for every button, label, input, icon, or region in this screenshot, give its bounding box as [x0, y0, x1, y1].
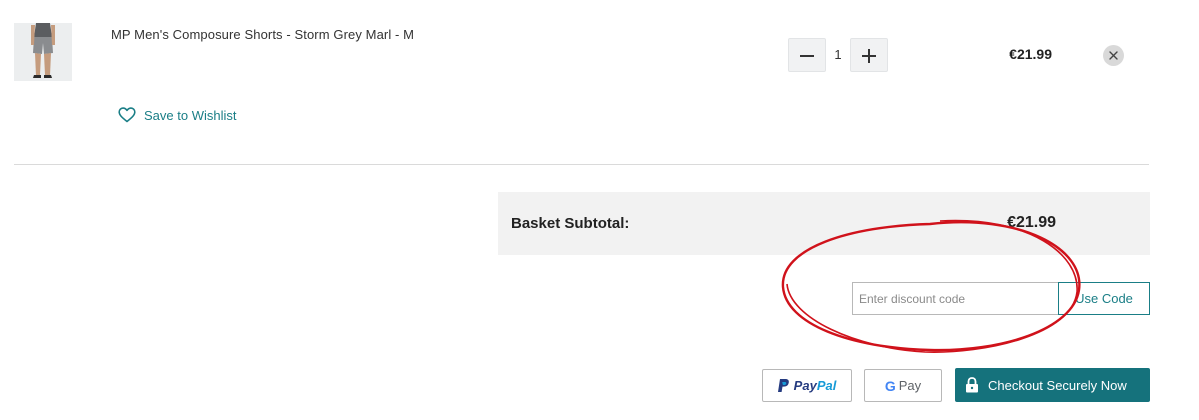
product-name[interactable]: MP Men's Composure Shorts - Storm Grey M… — [111, 27, 414, 42]
plus-icon — [862, 49, 876, 63]
minus-icon — [800, 55, 814, 57]
quantity-value[interactable]: 1 — [827, 47, 849, 62]
basket-subtotal-panel: Basket Subtotal: €21.99 — [498, 192, 1150, 255]
lock-icon — [966, 377, 978, 393]
paypal-label: PayPal — [794, 378, 837, 393]
quantity-decrease-button[interactable] — [788, 38, 826, 72]
checkout-label: Checkout Securely Now — [988, 377, 1127, 393]
product-thumbnail[interactable] — [14, 23, 72, 81]
line-item-price: €21.99 — [1009, 46, 1052, 62]
close-icon — [1109, 51, 1118, 60]
product-photo-icon — [14, 23, 72, 81]
paypal-button[interactable]: PayPal — [762, 369, 852, 402]
use-code-button[interactable]: Use Code — [1058, 282, 1150, 315]
paypal-label-pay: Pay — [793, 378, 817, 393]
checkout-button[interactable]: Checkout Securely Now — [955, 368, 1150, 402]
paypal-label-pal: Pal — [816, 378, 837, 393]
google-pay-button[interactable]: G Pay — [864, 369, 942, 402]
heart-icon — [118, 107, 136, 123]
google-g-icon: G — [884, 377, 896, 394]
subtotal-value: €21.99 — [1007, 214, 1056, 231]
subtotal-label: Basket Subtotal: — [511, 215, 630, 232]
save-to-wishlist-link[interactable]: Save to Wishlist — [118, 107, 236, 123]
discount-code-input[interactable] — [852, 282, 1058, 315]
divider — [14, 164, 1149, 165]
google-pay-label: Pay — [898, 378, 922, 393]
quantity-increase-button[interactable] — [850, 38, 888, 72]
remove-item-button[interactable] — [1103, 45, 1124, 66]
wishlist-label: Save to Wishlist — [144, 107, 237, 123]
paypal-logo-icon — [777, 378, 789, 392]
